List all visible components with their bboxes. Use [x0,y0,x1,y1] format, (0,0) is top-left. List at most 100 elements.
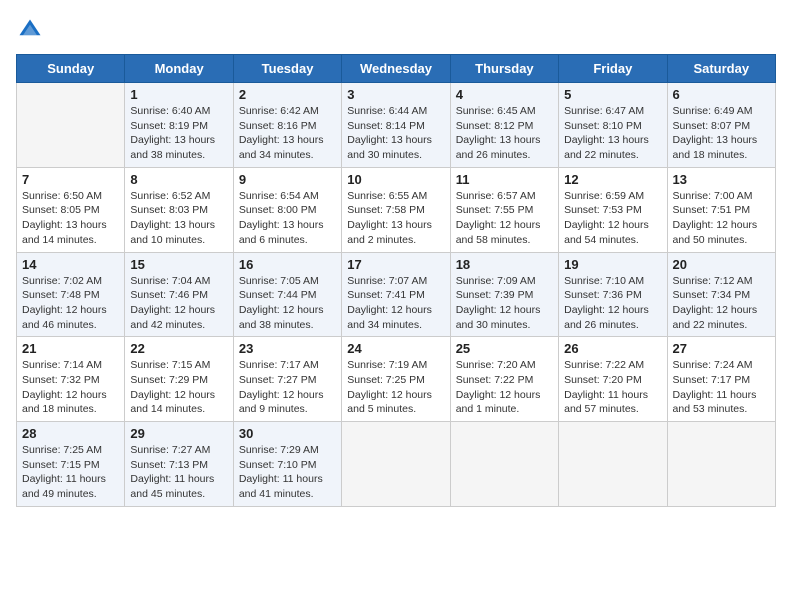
day-number: 24 [347,341,444,356]
day-number: 13 [673,172,770,187]
day-info: Sunrise: 7:22 AMSunset: 7:20 PMDaylight:… [564,358,661,417]
calendar-cell: 13 Sunrise: 7:00 AMSunset: 7:51 PMDayligh… [667,167,775,252]
day-number: 14 [22,257,119,272]
day-number: 23 [239,341,336,356]
calendar-header-row: SundayMondayTuesdayWednesdayThursdayFrid… [17,55,776,83]
day-info: Sunrise: 6:45 AMSunset: 8:12 PMDaylight:… [456,104,553,163]
calendar-cell: 10 Sunrise: 6:55 AMSunset: 7:58 PMDayligh… [342,167,450,252]
day-info: Sunrise: 6:52 AMSunset: 8:03 PMDaylight:… [130,189,227,248]
day-info: Sunrise: 6:59 AMSunset: 7:53 PMDaylight:… [564,189,661,248]
calendar-week-row: 1 Sunrise: 6:40 AMSunset: 8:19 PMDaylight… [17,83,776,168]
day-info: Sunrise: 7:25 AMSunset: 7:15 PMDaylight:… [22,443,119,502]
day-number: 2 [239,87,336,102]
day-of-week-header: Monday [125,55,233,83]
calendar-cell: 5 Sunrise: 6:47 AMSunset: 8:10 PMDaylight… [559,83,667,168]
day-number: 21 [22,341,119,356]
calendar-cell: 20Sunrise: 7:12 AMSunset: 7:34 PMDayligh… [667,252,775,337]
calendar-cell: 25 Sunrise: 7:20 AMSunset: 7:22 PMDayligh… [450,337,558,422]
day-of-week-header: Wednesday [342,55,450,83]
calendar-cell: 26 Sunrise: 7:22 AMSunset: 7:20 PMDayligh… [559,337,667,422]
day-number: 7 [22,172,119,187]
calendar-cell: 9Sunrise: 6:54 AMSunset: 8:00 PMDaylight… [233,167,341,252]
calendar-cell: 24Sunrise: 7:19 AMSunset: 7:25 PMDayligh… [342,337,450,422]
day-info: Sunrise: 6:47 AMSunset: 8:10 PMDaylight:… [564,104,661,163]
day-number: 10 [347,172,444,187]
calendar-cell: 19Sunrise: 7:10 AMSunset: 7:36 PMDayligh… [559,252,667,337]
calendar-cell [559,422,667,507]
calendar-cell: 29 Sunrise: 7:27 AMSunset: 7:13 PMDayligh… [125,422,233,507]
day-info: Sunrise: 6:42 AMSunset: 8:16 PMDaylight:… [239,104,336,163]
day-info: Sunrise: 7:04 AMSunset: 7:46 PMDaylight:… [130,274,227,333]
day-number: 8 [130,172,227,187]
day-info: Sunrise: 6:44 AMSunset: 8:14 PMDaylight:… [347,104,444,163]
day-number: 29 [130,426,227,441]
calendar-cell: 30 Sunrise: 7:29 AMSunset: 7:10 PMDayligh… [233,422,341,507]
day-info: Sunrise: 7:17 AMSunset: 7:27 PMDaylight:… [239,358,336,417]
calendar-cell [667,422,775,507]
logo [16,16,48,44]
day-info: Sunrise: 7:14 AMSunset: 7:32 PMDaylight:… [22,358,119,417]
page-header [16,16,776,44]
day-number: 11 [456,172,553,187]
day-of-week-header: Saturday [667,55,775,83]
day-number: 27 [673,341,770,356]
calendar-week-row: 7 Sunrise: 6:50 AMSunset: 8:05 PMDaylight… [17,167,776,252]
calendar-cell: 14 Sunrise: 7:02 AMSunset: 7:48 PMDayligh… [17,252,125,337]
calendar-cell: 1 Sunrise: 6:40 AMSunset: 8:19 PMDaylight… [125,83,233,168]
calendar-table: SundayMondayTuesdayWednesdayThursdayFrid… [16,54,776,507]
day-info: Sunrise: 6:49 AMSunset: 8:07 PMDaylight:… [673,104,770,163]
day-number: 5 [564,87,661,102]
day-of-week-header: Sunday [17,55,125,83]
day-info: Sunrise: 7:00 AMSunset: 7:51 PMDaylight:… [673,189,770,248]
day-number: 17 [347,257,444,272]
calendar-cell: 28 Sunrise: 7:25 AMSunset: 7:15 PMDayligh… [17,422,125,507]
day-number: 22 [130,341,227,356]
calendar-cell: 15Sunrise: 7:04 AMSunset: 7:46 PMDayligh… [125,252,233,337]
day-info: Sunrise: 7:15 AMSunset: 7:29 PMDaylight:… [130,358,227,417]
calendar-cell: 18Sunrise: 7:09 AMSunset: 7:39 PMDayligh… [450,252,558,337]
day-number: 4 [456,87,553,102]
calendar-cell: 6 Sunrise: 6:49 AMSunset: 8:07 PMDaylight… [667,83,775,168]
day-info: Sunrise: 7:02 AMSunset: 7:48 PMDaylight:… [22,274,119,333]
calendar-cell: 27 Sunrise: 7:24 AMSunset: 7:17 PMDayligh… [667,337,775,422]
day-info: Sunrise: 6:40 AMSunset: 8:19 PMDaylight:… [130,104,227,163]
day-info: Sunrise: 7:07 AMSunset: 7:41 PMDaylight:… [347,274,444,333]
day-info: Sunrise: 7:29 AMSunset: 7:10 PMDaylight:… [239,443,336,502]
calendar-cell: 21 Sunrise: 7:14 AMSunset: 7:32 PMDayligh… [17,337,125,422]
day-info: Sunrise: 7:27 AMSunset: 7:13 PMDaylight:… [130,443,227,502]
day-info: Sunrise: 6:55 AMSunset: 7:58 PMDaylight:… [347,189,444,248]
day-of-week-header: Thursday [450,55,558,83]
day-number: 28 [22,426,119,441]
day-info: Sunrise: 6:50 AMSunset: 8:05 PMDaylight:… [22,189,119,248]
day-info: Sunrise: 7:12 AMSunset: 7:34 PMDaylight:… [673,274,770,333]
calendar-week-row: 28 Sunrise: 7:25 AMSunset: 7:15 PMDayligh… [17,422,776,507]
day-number: 6 [673,87,770,102]
calendar-cell: 2 Sunrise: 6:42 AMSunset: 8:16 PMDaylight… [233,83,341,168]
day-number: 30 [239,426,336,441]
day-number: 25 [456,341,553,356]
day-number: 12 [564,172,661,187]
calendar-cell: 12 Sunrise: 6:59 AMSunset: 7:53 PMDayligh… [559,167,667,252]
calendar-week-row: 14 Sunrise: 7:02 AMSunset: 7:48 PMDayligh… [17,252,776,337]
calendar-cell: 7 Sunrise: 6:50 AMSunset: 8:05 PMDaylight… [17,167,125,252]
calendar-cell: 4 Sunrise: 6:45 AMSunset: 8:12 PMDaylight… [450,83,558,168]
day-info: Sunrise: 7:24 AMSunset: 7:17 PMDaylight:… [673,358,770,417]
calendar-cell [342,422,450,507]
calendar-cell: 17 Sunrise: 7:07 AMSunset: 7:41 PMDayligh… [342,252,450,337]
day-number: 19 [564,257,661,272]
calendar-cell: 23 Sunrise: 7:17 AMSunset: 7:27 PMDayligh… [233,337,341,422]
calendar-cell: 3Sunrise: 6:44 AMSunset: 8:14 PMDaylight… [342,83,450,168]
day-number: 16 [239,257,336,272]
day-info: Sunrise: 7:05 AMSunset: 7:44 PMDaylight:… [239,274,336,333]
day-number: 9 [239,172,336,187]
calendar-cell [17,83,125,168]
calendar-cell: 8 Sunrise: 6:52 AMSunset: 8:03 PMDaylight… [125,167,233,252]
day-of-week-header: Friday [559,55,667,83]
day-number: 1 [130,87,227,102]
calendar-cell: 16 Sunrise: 7:05 AMSunset: 7:44 PMDayligh… [233,252,341,337]
calendar-week-row: 21 Sunrise: 7:14 AMSunset: 7:32 PMDayligh… [17,337,776,422]
calendar-cell: 11Sunrise: 6:57 AMSunset: 7:55 PMDayligh… [450,167,558,252]
day-info: Sunrise: 7:20 AMSunset: 7:22 PMDaylight:… [456,358,553,417]
day-number: 26 [564,341,661,356]
logo-icon [16,16,44,44]
